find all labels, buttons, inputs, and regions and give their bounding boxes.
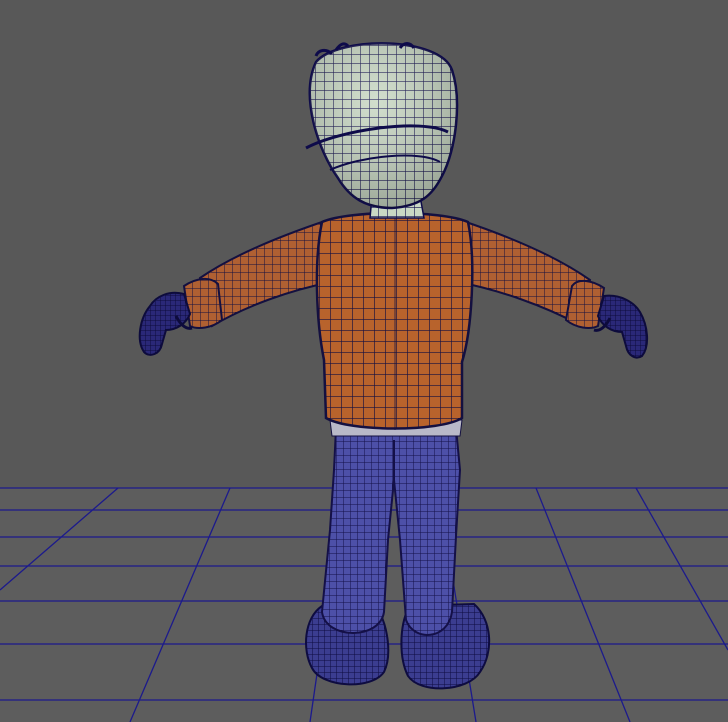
jacket [315, 211, 474, 430]
3d-viewport[interactable] [0, 0, 728, 722]
